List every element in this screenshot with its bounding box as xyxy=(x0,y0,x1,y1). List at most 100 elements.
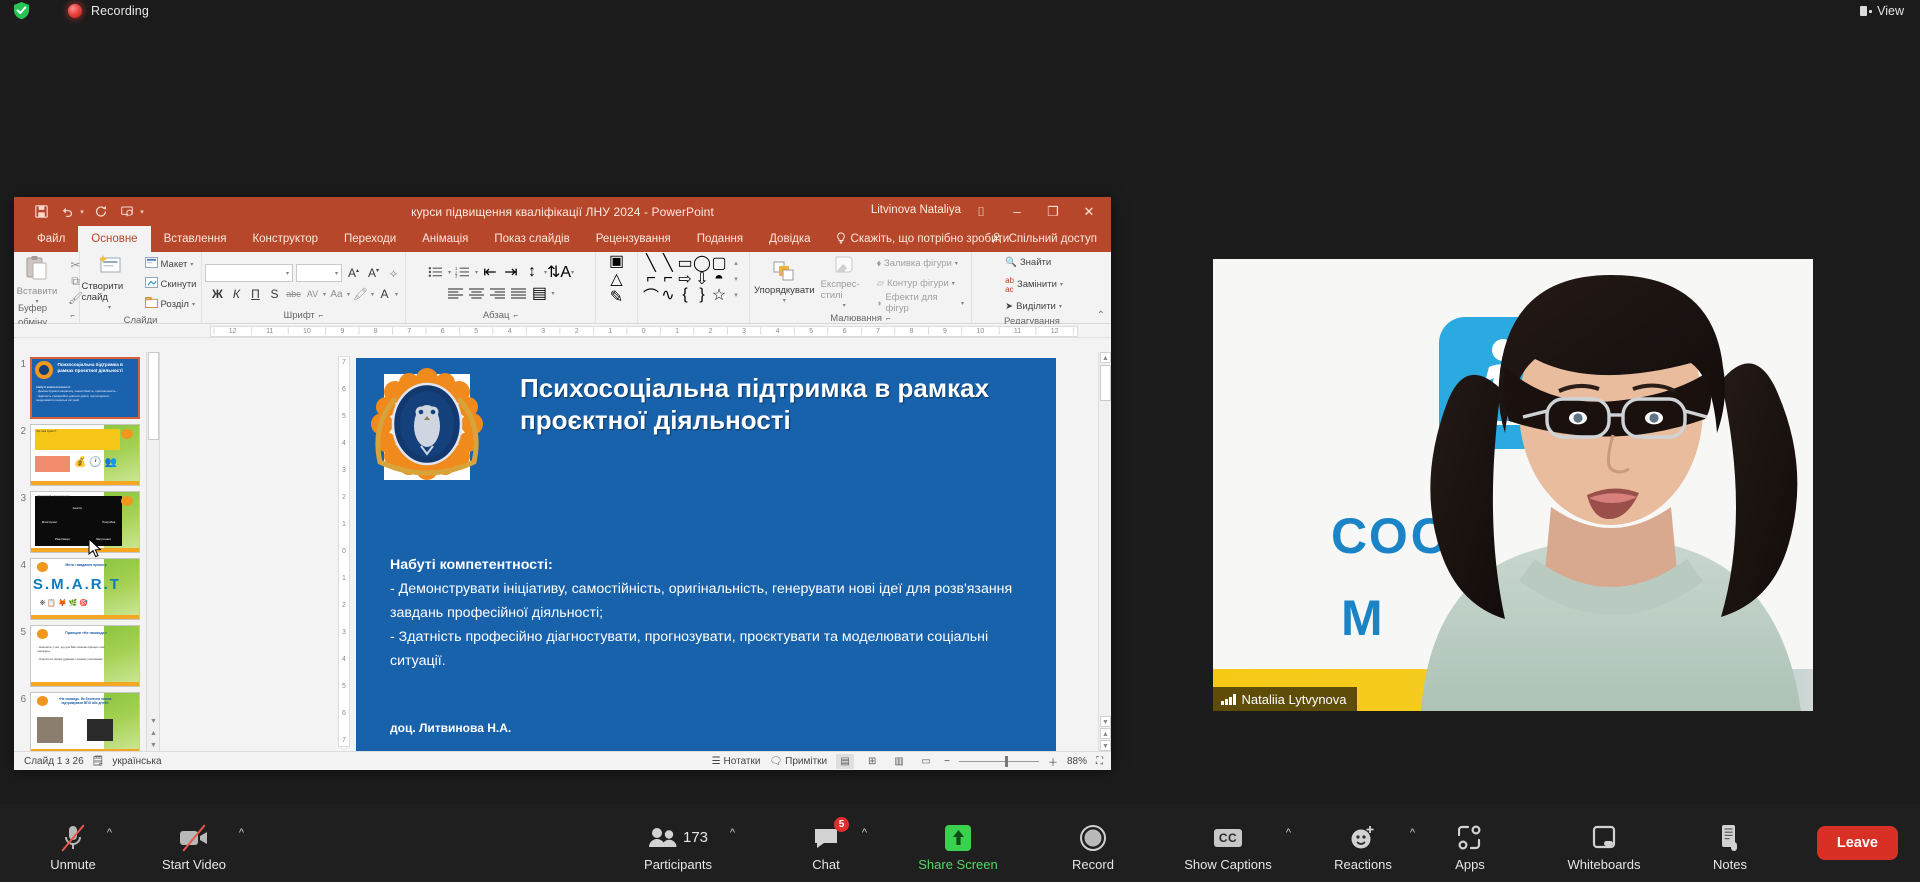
shape-line-icon[interactable]: ╲ xyxy=(644,255,659,272)
shape-arrow-right-icon[interactable]: ⇨ xyxy=(678,271,693,288)
decrease-font-size-icon[interactable]: A▾ xyxy=(365,266,382,280)
tab-transitions[interactable]: Переходи xyxy=(331,226,409,252)
powerpoint-account-name[interactable]: Litvinova Nataliya xyxy=(871,204,961,216)
minimize-button[interactable]: – xyxy=(999,197,1035,226)
apps-button[interactable]: Apps xyxy=(1431,810,1509,876)
bullets-caret-icon[interactable]: ▾ xyxy=(448,269,451,276)
save-icon[interactable] xyxy=(28,200,54,224)
arrange-caret-icon[interactable]: ▾ xyxy=(783,296,786,307)
decrease-indent-icon[interactable]: ⇤ xyxy=(481,264,499,281)
font-color-button[interactable]: A xyxy=(376,287,393,301)
tell-me-search[interactable]: Скажіть, що потрібно зробити xyxy=(824,226,1009,252)
participants-button[interactable]: 173 Participants ^ xyxy=(625,810,735,876)
spellcheck-icon[interactable]: 🗒 xyxy=(92,756,105,767)
character-spacing-button[interactable]: AV xyxy=(304,289,321,299)
collapse-ribbon-icon[interactable]: ⌃ xyxy=(1097,310,1105,321)
slide-thumbnail-item[interactable]: 3 Життєвий цикл проєкту Аналіз Розробка Залу… xyxy=(14,486,159,553)
clear-formatting-icon[interactable]: ⟡ xyxy=(385,266,402,281)
share-button[interactable]: Спільний доступ xyxy=(992,226,1097,252)
slide-body-text[interactable]: Набуті компетентності: - Демонструвати і… xyxy=(390,553,1030,673)
slide-thumbnail-preview[interactable]: Психосоціальна підтримка в рамках проєкт… xyxy=(30,357,140,419)
reading-view-button[interactable]: ▥ xyxy=(890,754,908,769)
close-button[interactable]: ✕ xyxy=(1071,197,1107,226)
thumbnail-scrollbar-thumb[interactable] xyxy=(148,352,159,440)
tab-insert[interactable]: Вставлення xyxy=(151,226,240,252)
section-caret-icon[interactable]: ▾ xyxy=(192,301,195,308)
paste-button[interactable]: Вставити ▾ xyxy=(14,255,65,308)
align-right-icon[interactable] xyxy=(488,286,506,301)
tab-slideshow[interactable]: Показ слайдів xyxy=(481,226,582,252)
whiteboards-button[interactable]: Whiteboards xyxy=(1545,810,1663,876)
zoom-slider[interactable] xyxy=(958,755,1039,767)
wordart-icon[interactable]: ✎ xyxy=(609,289,624,306)
audio-options-caret-icon[interactable]: ^ xyxy=(107,827,112,839)
shape-curve-icon[interactable]: ∿ xyxy=(661,287,676,304)
shape-rect-icon[interactable]: ▭ xyxy=(677,255,692,272)
find-button[interactable]: 🔍 Знайти xyxy=(1002,254,1054,271)
shadow-button[interactable]: S xyxy=(266,287,283,301)
shapes-scroll-down-icon[interactable]: ▾ xyxy=(729,272,744,286)
normal-view-button[interactable]: ▤ xyxy=(836,753,855,769)
columns-caret-icon[interactable]: ▾ xyxy=(551,290,554,297)
shape-star-icon[interactable]: ☆ xyxy=(712,287,727,304)
zoom-in-button[interactable]: ＋ xyxy=(1048,754,1058,769)
text-highlight-icon[interactable]: 🖍 xyxy=(352,287,369,301)
undo-dropdown-caret-icon[interactable]: ▾ xyxy=(76,208,88,216)
record-button[interactable]: Record xyxy=(1053,810,1133,876)
clipboard-dialog-launcher-icon[interactable]: ⌐ xyxy=(70,309,75,323)
reset-button[interactable]: Скинути xyxy=(142,276,200,293)
numbering-icon[interactable]: 123 xyxy=(454,265,472,280)
tab-help[interactable]: Довідка xyxy=(756,226,823,252)
tab-animations[interactable]: Анімація xyxy=(409,226,481,252)
section-button[interactable]: Розділ ▾ xyxy=(142,296,200,313)
change-case-button[interactable]: Aa xyxy=(328,289,345,300)
tab-design[interactable]: Конструктор xyxy=(239,226,331,252)
language-indicator[interactable]: українська xyxy=(112,756,161,767)
underline-button[interactable]: П xyxy=(247,287,264,301)
text-box-icon[interactable]: ▣ xyxy=(609,253,624,270)
slide-scroll-down-icon[interactable]: ▼ xyxy=(1100,716,1111,727)
captions-caret-icon[interactable]: ^ xyxy=(1286,827,1291,839)
powerpoint-window[interactable]: ▾ ▾ курси підвищення кваліфікації ЛНУ 20… xyxy=(14,197,1111,770)
notes-button[interactable]: ☰ Нотатки xyxy=(712,756,761,767)
align-center-icon[interactable] xyxy=(467,286,485,301)
replace-button[interactable]: ab ac Замінити ▾ xyxy=(1002,276,1066,294)
justify-icon[interactable] xyxy=(509,286,527,301)
slide-author-text[interactable]: доц. Литвинова Н.А. xyxy=(390,721,511,735)
leave-button[interactable]: Leave xyxy=(1816,826,1898,860)
reactions-caret-icon[interactable]: ^ xyxy=(1410,827,1415,839)
zoom-slider-handle[interactable] xyxy=(1004,755,1008,767)
fit-to-window-icon[interactable]: ⛶ xyxy=(1096,756,1103,767)
show-captions-button[interactable]: CC Show Captions ^ xyxy=(1167,810,1291,876)
view-button[interactable]: View xyxy=(1856,3,1908,19)
font-size-input[interactable]: ▾ xyxy=(296,264,342,282)
shapes-scroll-up-icon[interactable]: ▴ xyxy=(729,256,744,270)
font-name-input[interactable]: ▾ xyxy=(205,264,293,282)
shape-brace-right-icon[interactable]: } xyxy=(695,286,710,303)
columns-icon[interactable]: ▤ xyxy=(530,285,548,302)
layout-caret-icon[interactable]: ▾ xyxy=(190,261,193,268)
slide-thumbnail-item[interactable]: 6 «Не нашкодь. Як безпечно можна підтриму… xyxy=(14,687,159,751)
video-tile-speaker[interactable]: СОС М Nataliia Lytvynova xyxy=(1213,259,1813,711)
slide-next-icon[interactable]: ▼ xyxy=(1100,740,1111,751)
thumbnail-scrollbar[interactable]: ▼ ▲ ▼ xyxy=(146,352,159,751)
italic-button[interactable]: К xyxy=(228,287,245,301)
restore-button[interactable]: ❐ xyxy=(1035,197,1071,226)
slide-thumbnail-item[interactable]: 4 Мета і завдання проєкту S.M.A.R.T ❊ 📋 🦊 🌿… xyxy=(14,553,159,620)
layout-button[interactable]: Макет ▾ xyxy=(142,256,200,273)
slide-thumbnail-preview[interactable]: Що таке проєкт? 💰 🕐 👥 xyxy=(30,424,140,486)
comments-button[interactable]: 🗨 Примітки xyxy=(769,756,827,767)
redo-icon[interactable] xyxy=(88,200,114,224)
numbering-caret-icon[interactable]: ▾ xyxy=(475,269,478,276)
font-color-caret-icon[interactable]: ▾ xyxy=(395,291,398,298)
participants-caret-icon[interactable]: ^ xyxy=(730,827,735,839)
text-direction-icon[interactable]: ⇅A xyxy=(547,264,571,281)
reactions-button[interactable]: Reactions ^ xyxy=(1315,810,1415,876)
slide-vertical-scrollbar[interactable]: ▲ ▼ ▲ ▼ xyxy=(1098,352,1111,751)
slide-thumbnail-preview[interactable]: Життєвий цикл проєкту Аналіз Розробка Залуч… xyxy=(30,491,140,553)
video-options-caret-icon[interactable]: ^ xyxy=(239,827,244,839)
new-slide-button[interactable]: Створити слайд ▾ xyxy=(82,254,138,314)
slide-scrollbar-thumb[interactable] xyxy=(1100,365,1111,401)
paragraph-dialog-launcher-icon[interactable]: ⌐ xyxy=(513,309,518,323)
increase-font-size-icon[interactable]: A▴ xyxy=(345,266,362,280)
